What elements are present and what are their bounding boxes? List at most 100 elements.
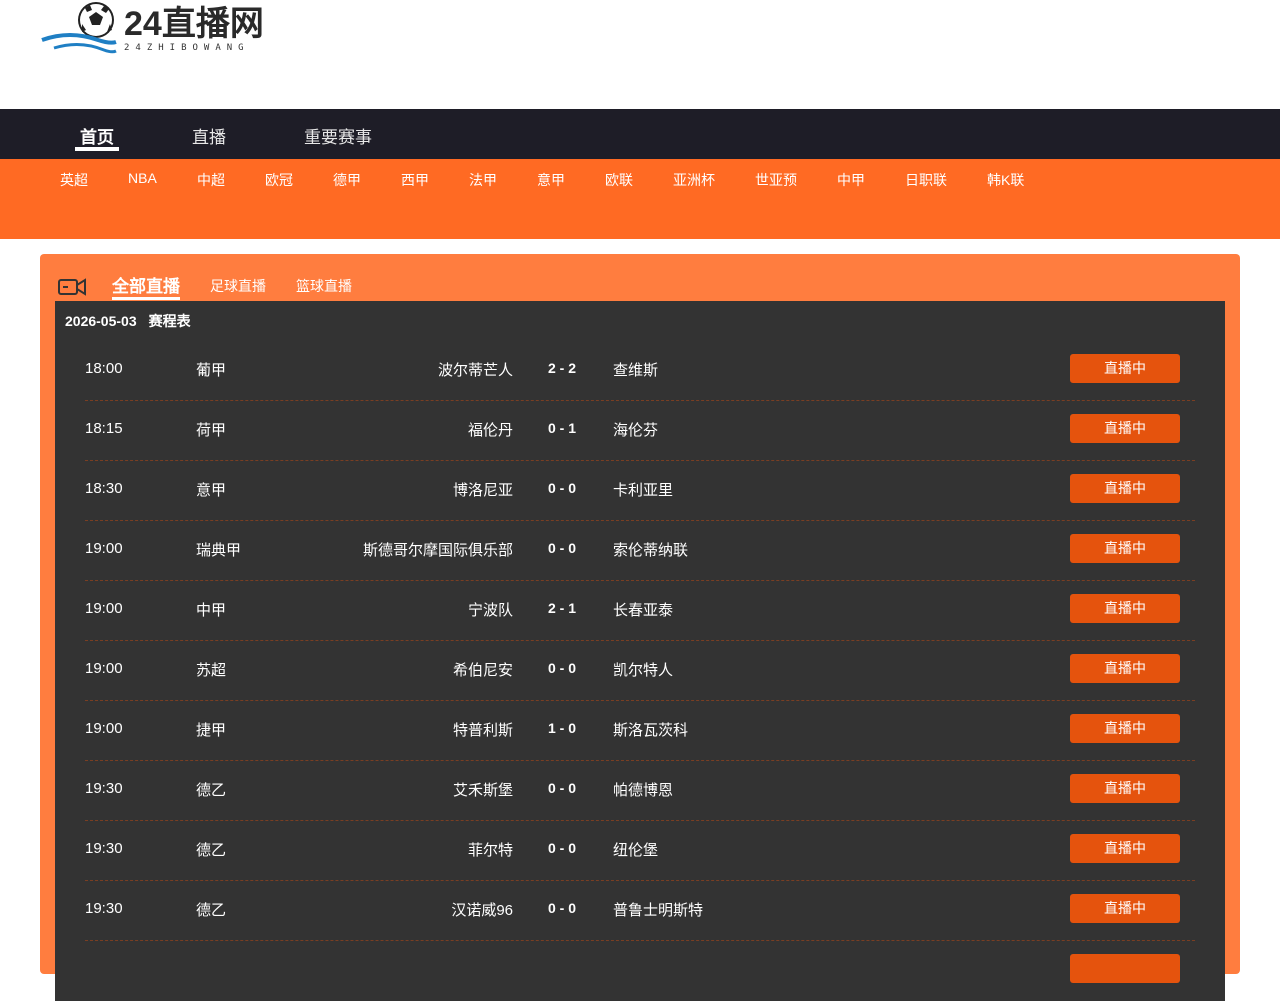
match-score: 0 - 1: [548, 420, 577, 436]
match-row[interactable]: 19:30 德乙 菲尔特 0 - 0 纽伦堡 直播中: [85, 820, 1195, 881]
live-button[interactable]: 直播中: [1070, 834, 1180, 863]
match-row[interactable]: 19:30 德乙 汉诺威96 0 - 0 普鲁士明斯特 直播中: [85, 880, 1195, 941]
match-league: 德乙: [196, 782, 227, 799]
away-team: 普鲁士明斯特: [613, 902, 704, 919]
video-camera-icon: [58, 278, 86, 296]
live-button[interactable]: [1070, 954, 1180, 983]
live-button[interactable]: 直播中: [1070, 534, 1180, 563]
schedule-date: 2026-05-03: [65, 313, 137, 329]
league-link[interactable]: 法甲: [469, 170, 497, 190]
live-button[interactable]: 直播中: [1070, 594, 1180, 623]
home-team: 菲尔特: [467, 842, 513, 859]
match-score: 0 - 0: [548, 780, 577, 796]
schedule-label: 赛程表: [148, 313, 191, 329]
home-team: 斯德哥尔摩国际俱乐部: [362, 542, 513, 559]
home-team: 希伯尼安: [452, 662, 513, 679]
match-row[interactable]: 19:30 德乙 艾禾斯堡 0 - 0 帕德博恩 直播中: [85, 760, 1195, 821]
league-link[interactable]: 世亚预: [755, 170, 797, 190]
live-button[interactable]: 直播中: [1070, 354, 1180, 383]
league-link[interactable]: 西甲: [401, 170, 429, 190]
home-team: 特普利斯: [452, 722, 513, 739]
match-league: 瑞典甲: [196, 542, 242, 559]
match-row[interactable]: 18:15 荷甲 福伦丹 0 - 1 海伦芬 直播中: [85, 400, 1195, 461]
match-row[interactable]: [85, 940, 1195, 1000]
soccer-ball-wave-icon: [41, 2, 117, 54]
away-team: 凯尔特人: [613, 662, 674, 679]
match-time: 19:30: [85, 900, 123, 917]
match-time: 19:30: [85, 840, 123, 857]
match-league: 德乙: [196, 842, 227, 859]
away-team: 索伦蒂纳联: [613, 542, 689, 559]
home-team: 博洛尼亚: [452, 482, 513, 499]
nav-item-major-events[interactable]: 重要赛事: [304, 123, 372, 159]
main-nav: 首页 直播 重要赛事: [0, 109, 1280, 159]
league-link[interactable]: 日职联: [905, 170, 947, 190]
nav-item-live[interactable]: 直播: [192, 123, 226, 159]
live-button[interactable]: 直播中: [1070, 654, 1180, 683]
league-link[interactable]: 韩K联: [987, 170, 1024, 190]
live-button[interactable]: 直播中: [1070, 474, 1180, 503]
away-team: 帕德博恩: [613, 782, 674, 799]
away-team: 查维斯: [613, 362, 659, 379]
league-link[interactable]: 欧冠: [265, 170, 293, 190]
match-time: 19:00: [85, 720, 123, 737]
match-time: 18:30: [85, 480, 123, 497]
match-league: 意甲: [196, 482, 227, 499]
home-team: 艾禾斯堡: [452, 782, 513, 799]
match-league: 苏超: [196, 662, 227, 679]
league-link[interactable]: 中超: [197, 170, 225, 190]
match-score: 0 - 0: [548, 540, 577, 556]
away-team: 斯洛瓦茨科: [613, 722, 689, 739]
tab-football-live[interactable]: 足球直播: [210, 276, 266, 296]
schedule-board: 2026-05-03 赛程表 18:00 葡甲 波尔蒂芒人 2 - 2 查维斯 直…: [55, 301, 1225, 1001]
league-nav: 英超 NBA 中超 欧冠 德甲 西甲 法甲 意甲 欧联 亚洲杯 世亚预 中甲 日…: [0, 159, 1280, 239]
match-score: 0 - 0: [548, 840, 577, 856]
live-panel: 全部直播 足球直播 篮球直播 2026-05-03 赛程表 18:00 葡甲 波尔…: [40, 254, 1240, 1001]
match-time: 19:30: [85, 780, 123, 797]
match-score: 0 - 0: [548, 480, 577, 496]
match-row[interactable]: 19:00 捷甲 特普利斯 1 - 0 斯洛瓦茨科 直播中: [85, 700, 1195, 761]
match-row[interactable]: 19:00 瑞典甲 斯德哥尔摩国际俱乐部 0 - 0 索伦蒂纳联 直播中: [85, 520, 1195, 581]
league-link[interactable]: NBA: [128, 170, 157, 186]
away-team: 卡利亚里: [613, 482, 674, 499]
home-team: 汉诺威96: [451, 902, 513, 919]
home-team: 波尔蒂芒人: [437, 362, 513, 379]
schedule-header: 2026-05-03 赛程表: [65, 311, 203, 331]
match-league: 葡甲: [196, 362, 227, 379]
live-button[interactable]: 直播中: [1070, 714, 1180, 743]
away-team: 长春亚泰: [613, 602, 674, 619]
match-time: 19:00: [85, 660, 123, 677]
league-link[interactable]: 亚洲杯: [673, 170, 715, 190]
tab-basketball-live[interactable]: 篮球直播: [296, 276, 352, 296]
league-link[interactable]: 德甲: [333, 170, 361, 190]
live-button[interactable]: 直播中: [1070, 894, 1180, 923]
home-team: 福伦丹: [467, 422, 513, 439]
match-score: 0 - 0: [548, 660, 577, 676]
tab-all-live[interactable]: 全部直播: [112, 272, 180, 300]
match-row[interactable]: 18:00 葡甲 波尔蒂芒人 2 - 2 查维斯 直播中: [85, 340, 1195, 401]
away-team: 纽伦堡: [613, 842, 659, 859]
live-button[interactable]: 直播中: [1070, 414, 1180, 443]
league-link[interactable]: 意甲: [537, 170, 565, 190]
match-row[interactable]: 19:00 中甲 宁波队 2 - 1 长春亚泰 直播中: [85, 580, 1195, 641]
match-league: 荷甲: [196, 422, 227, 439]
match-row[interactable]: 18:30 意甲 博洛尼亚 0 - 0 卡利亚里 直播中: [85, 460, 1195, 521]
nav-item-home[interactable]: 首页: [75, 123, 119, 159]
logo-subtitle: 24ZHIBOWANG: [124, 43, 250, 53]
match-row[interactable]: 19:00 苏超 希伯尼安 0 - 0 凯尔特人 直播中: [85, 640, 1195, 701]
match-league: 捷甲: [196, 722, 227, 739]
site-logo[interactable]: 24直播网 24ZHIBOWANG: [40, 0, 290, 62]
home-team: 宁波队: [467, 602, 513, 619]
match-score: 2 - 1: [548, 600, 577, 616]
league-link[interactable]: 英超: [60, 170, 88, 190]
match-score: 2 - 2: [548, 360, 577, 376]
match-score: 0 - 0: [548, 900, 577, 916]
away-team: 海伦芬: [613, 422, 659, 439]
live-button[interactable]: 直播中: [1070, 774, 1180, 803]
league-link[interactable]: 中甲: [837, 170, 865, 190]
match-time: 18:00: [85, 360, 123, 377]
match-time: 19:00: [85, 540, 123, 557]
site-header: 24直播网 24ZHIBOWANG: [0, 0, 1280, 109]
match-time: 18:15: [85, 420, 123, 437]
league-link[interactable]: 欧联: [605, 170, 633, 190]
